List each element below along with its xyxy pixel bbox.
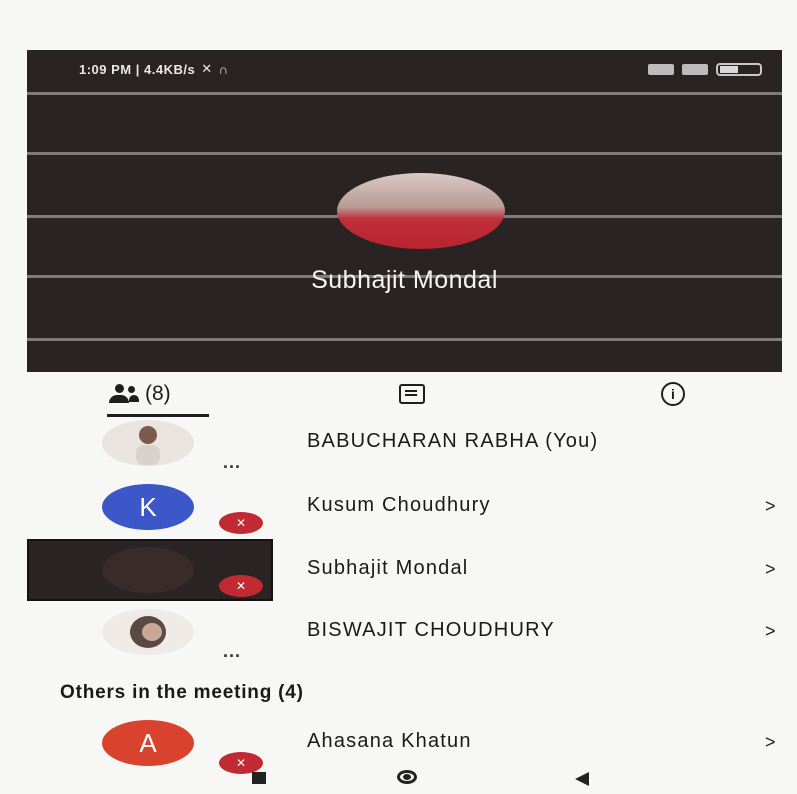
- chevron-right-icon[interactable]: >: [765, 621, 776, 642]
- chevron-right-icon[interactable]: >: [765, 732, 776, 753]
- chevron-right-icon[interactable]: >: [765, 559, 776, 580]
- tab-info[interactable]: i: [661, 378, 685, 410]
- system-nav-bar: [27, 762, 782, 794]
- participant-name: Kusum Choudhury: [307, 494, 491, 516]
- active-speaker-video[interactable]: 1:09 PM | 4.4KB/s ✕ ∩ Subhajit Mondal: [27, 50, 782, 372]
- mute-notification-icon: ✕: [201, 61, 213, 76]
- others-section-title: Others in the meeting (4): [60, 682, 304, 703]
- avatar: [102, 609, 194, 655]
- mic-muted-icon: ✕: [219, 512, 263, 534]
- person-photo-icon: [130, 616, 166, 648]
- volte-signal-icon: [648, 63, 674, 75]
- chat-icon: [399, 384, 425, 404]
- more-icon: ...: [223, 641, 242, 661]
- people-count: (8): [145, 382, 171, 405]
- participant-name: Ahasana Khatun: [307, 730, 472, 752]
- avatar: [102, 420, 194, 466]
- speaker-avatar: [337, 173, 505, 249]
- info-icon: i: [661, 382, 685, 406]
- mic-muted-icon: ✕: [219, 575, 263, 597]
- list-item[interactable]: ✕ Subhajit Mondal >: [27, 539, 782, 601]
- back-icon[interactable]: [575, 772, 589, 786]
- avatar: [102, 547, 194, 593]
- meeting-screen: 1:09 PM | 4.4KB/s ✕ ∩ Subhajit Mondal (8…: [0, 0, 797, 794]
- chevron-right-icon[interactable]: >: [765, 496, 776, 517]
- headset-icon: ∩: [218, 61, 229, 77]
- avatar: K: [102, 484, 194, 530]
- tab-people[interactable]: (8): [107, 378, 209, 417]
- person-photo-icon: [136, 426, 160, 465]
- avatar: A: [102, 720, 194, 766]
- status-time-network: 1:09 PM | 4.4KB/s: [79, 61, 196, 77]
- participant-name: BISWAJIT CHOUDHURY: [307, 619, 555, 641]
- participant-name: BABUCHARAN RABHA (You): [307, 430, 599, 452]
- status-bar: 1:09 PM | 4.4KB/s ✕ ∩: [79, 60, 762, 78]
- more-icon: ...: [223, 452, 242, 472]
- signal-icon: [682, 63, 708, 75]
- speaker-name: Subhajit Mondal: [311, 266, 498, 294]
- list-item[interactable]: K ✕ Kusum Choudhury >: [27, 476, 782, 538]
- recents-icon[interactable]: [252, 772, 266, 784]
- home-icon[interactable]: [397, 770, 417, 784]
- people-icon: [109, 384, 139, 404]
- tab-bar: (8) i: [27, 372, 782, 417]
- battery-icon: [716, 62, 762, 76]
- list-item[interactable]: ... BISWAJIT CHOUDHURY >: [27, 601, 782, 663]
- tab-chat[interactable]: [399, 378, 425, 410]
- list-item[interactable]: ... BABUCHARAN RABHA (You): [27, 412, 782, 474]
- participant-name: Subhajit Mondal: [307, 557, 469, 579]
